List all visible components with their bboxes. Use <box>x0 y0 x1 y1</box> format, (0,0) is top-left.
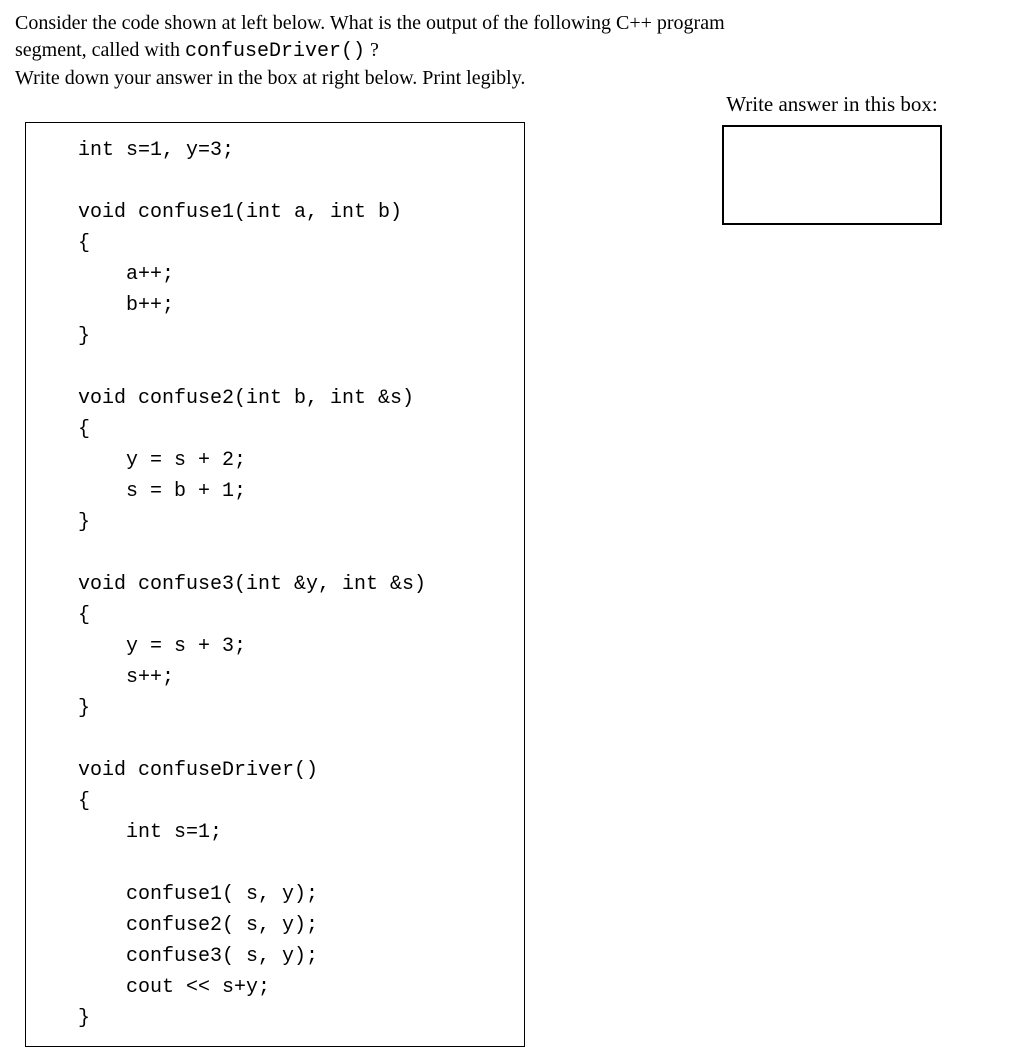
code-listing: int s=1, y=3; void confuse1(int a, int b… <box>42 135 508 1034</box>
answer-input-box[interactable] <box>722 125 942 225</box>
question-prompt: Consider the code shown at left below. W… <box>15 10 1009 92</box>
question-line2-part2: ? <box>365 39 379 61</box>
code-listing-box: int s=1, y=3; void confuse1(int a, int b… <box>25 122 525 1047</box>
answer-area: Write answer in this box: <box>525 92 1009 225</box>
content-row: int s=1, y=3; void confuse1(int a, int b… <box>15 92 1009 1047</box>
question-line3: Write down your answer in the box at rig… <box>15 67 525 89</box>
question-inline-code: confuseDriver() <box>185 40 365 63</box>
question-line1: Consider the code shown at left below. W… <box>15 12 725 34</box>
question-line2-part1: segment, called with <box>15 39 185 61</box>
answer-box-label: Write answer in this box: <box>655 92 1009 117</box>
